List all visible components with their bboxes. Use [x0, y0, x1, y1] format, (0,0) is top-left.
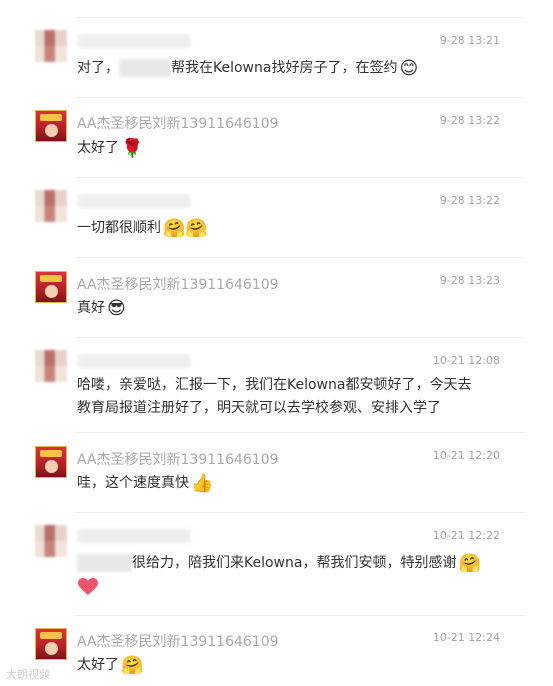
- avatar-banner: [40, 275, 62, 282]
- message-time: 9-28 13:23: [439, 274, 500, 287]
- rose-emoji-icon: 🌹: [121, 138, 144, 159]
- sender-name[interactable]: AA杰圣移民刘新13911646109: [77, 631, 279, 651]
- avatar-banner: [40, 114, 62, 121]
- blurred-sender-name: [78, 34, 190, 48]
- avatar-face: [45, 285, 58, 298]
- photo-avatar[interactable]: [35, 628, 67, 660]
- avatar-banner: [40, 450, 62, 457]
- message-text: 太好了 🤗: [77, 653, 143, 677]
- divider: [76, 17, 525, 18]
- divider: [76, 97, 525, 98]
- message-text: 很给力，陪我们来Kelowna，帮我们安顿，特别感谢 🤗: [77, 551, 481, 575]
- blurred-avatar[interactable]: [35, 30, 67, 62]
- message-time: 9-28 13:22: [439, 114, 500, 127]
- message-text: 真好 😎: [77, 296, 126, 320]
- message-text-part: 很给力，陪我们来Kelowna，帮我们安顿，特别感谢: [132, 555, 457, 571]
- heart-emoji-icon: [78, 578, 98, 595]
- blurred-avatar[interactable]: [35, 525, 67, 557]
- message-text: 哇，这个速度真快 👍: [77, 471, 213, 495]
- message-time: 10-21 12:08: [432, 354, 500, 367]
- message-text-part: 一切都很顺利: [77, 220, 161, 236]
- thumbs-up-emoji-icon: 👍: [191, 473, 214, 494]
- message-text-line: 哈喽，亲爱哒，汇报一下，我们在Kelowna都安顿好了，今天去: [77, 377, 472, 393]
- avatar-face: [45, 460, 58, 473]
- message-text-part: 真好: [77, 300, 105, 316]
- message-text-part: 对了，: [77, 60, 119, 76]
- blurred-name-inline: [77, 554, 132, 572]
- watermark: 大朗视频: [6, 668, 50, 681]
- sender-name[interactable]: AA杰圣移民刘新13911646109: [77, 449, 279, 469]
- message-text-line: 教育局报道注册好了，明天就可以去学校参观、安排入学了: [77, 400, 441, 416]
- message-text-part: 太好了: [77, 140, 119, 156]
- message-time: 10-21 12:20: [432, 449, 500, 462]
- blurred-avatar[interactable]: [35, 350, 67, 382]
- message-text: 对了， 帮我在Kelowna找好房子了，在签约 😊: [77, 56, 418, 80]
- blurred-sender-name: [78, 194, 190, 208]
- avatar-banner: [40, 632, 62, 639]
- message-time: 9-28 13:22: [439, 194, 500, 207]
- message-text-part: 哇，这个速度真快: [77, 475, 189, 491]
- sender-name[interactable]: AA杰圣移民刘新13911646109: [77, 274, 279, 294]
- message-text-part: 帮我在Kelowna找好房子了，在签约: [171, 60, 398, 76]
- divider: [76, 337, 525, 338]
- message-time: 9-28 13:21: [439, 34, 500, 47]
- blurred-name-inline: [119, 59, 171, 77]
- divider: [76, 257, 525, 258]
- photo-avatar[interactable]: [35, 271, 67, 303]
- avatar-face: [45, 124, 58, 137]
- divider: [76, 177, 525, 178]
- message-time: 10-21 12:24: [432, 631, 500, 644]
- message-text: 一切都很顺利 🤗🤗: [77, 216, 208, 240]
- blurred-avatar[interactable]: [35, 190, 67, 222]
- hug-emoji-icon: 🤗: [458, 553, 481, 574]
- message-text-part: 太好了: [77, 657, 119, 673]
- divider: [76, 615, 525, 616]
- blurred-sender-name: [78, 354, 190, 368]
- message-text: 太好了 🌹: [77, 136, 143, 160]
- photo-avatar[interactable]: [35, 446, 67, 478]
- smile-emoji-icon: 😊: [399, 58, 419, 79]
- message-time: 10-21 12:22: [432, 529, 500, 542]
- avatar-face: [45, 642, 58, 655]
- hug-emoji-icon: 🤗: [121, 655, 144, 676]
- divider: [76, 432, 525, 433]
- photo-avatar[interactable]: [35, 110, 67, 142]
- divider: [76, 512, 525, 513]
- blurred-sender-name: [78, 529, 190, 543]
- hug-emoji-icon: 🤗🤗: [163, 218, 208, 239]
- sunglasses-emoji-icon: 😎: [107, 298, 126, 319]
- sender-name[interactable]: AA杰圣移民刘新13911646109: [77, 113, 279, 133]
